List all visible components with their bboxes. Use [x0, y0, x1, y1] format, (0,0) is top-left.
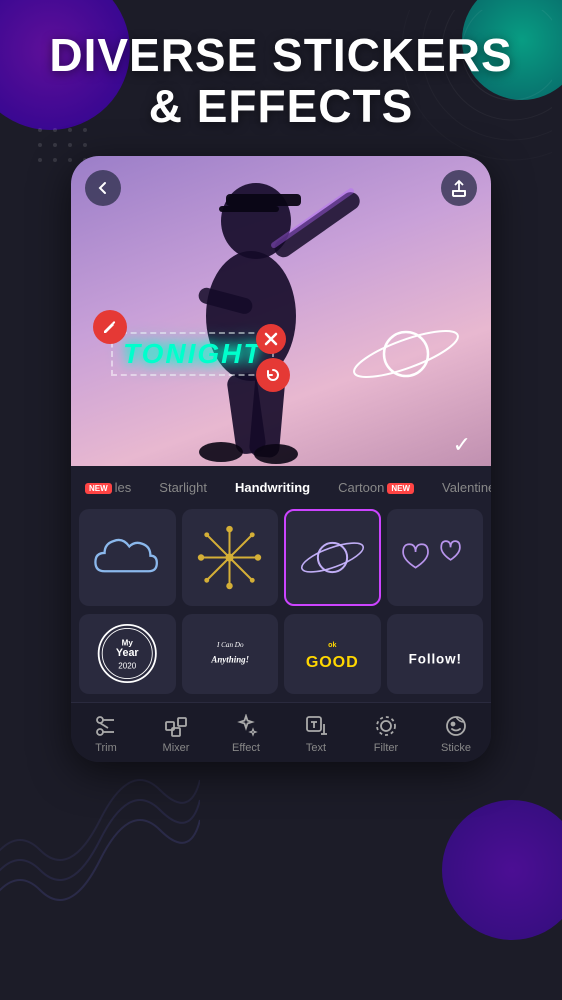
bg-blob-br — [442, 800, 562, 940]
checkmark[interactable]: ✓ — [453, 432, 471, 458]
video-preview: TONIGHT ✓ — [71, 156, 491, 466]
svg-text:Year: Year — [116, 647, 139, 659]
my-year-sticker-cell[interactable]: My Year 2020 — [79, 614, 176, 694]
rotate-button[interactable] — [256, 358, 290, 392]
new-badge-cartoon: NEW — [387, 483, 414, 494]
mixer-label: Mixer — [163, 742, 190, 754]
text-label: Text — [306, 742, 326, 754]
sticker-label: Sticke — [441, 742, 471, 754]
svg-text:I Can Do: I Can Do — [215, 641, 243, 649]
text-icon — [303, 713, 329, 739]
planet-sticker-cell[interactable] — [284, 509, 381, 606]
toolbar-sticker[interactable]: Sticke — [421, 713, 491, 754]
tab-valentine[interactable]: Valentine — [428, 474, 491, 501]
category-tabs: NEWles Starlight Handwriting CartoonNEW … — [71, 466, 491, 501]
svg-text:My: My — [122, 639, 134, 648]
effect-label: Effect — [232, 742, 260, 754]
cloud-sticker-cell[interactable] — [79, 509, 176, 606]
cloud-sticker-icon — [90, 530, 165, 585]
effect-icon — [233, 713, 259, 739]
star-sticker-cell[interactable] — [182, 509, 279, 606]
svg-text:2020: 2020 — [118, 662, 136, 671]
new-badge-tiles: NEW — [85, 483, 112, 494]
follow-sticker-cell[interactable]: Follow! — [387, 614, 484, 694]
trim-label: Trim — [95, 742, 117, 754]
toolbar-trim[interactable]: Trim — [71, 713, 141, 754]
can-do-sticker-cell[interactable]: I Can Do Anything! — [182, 614, 279, 694]
my-year-sticker-icon: My Year 2020 — [87, 621, 168, 686]
tab-tiles[interactable]: NEWles — [71, 474, 145, 501]
good-sticker-cell[interactable]: ok GOOD — [284, 614, 381, 694]
star-sticker-icon — [197, 525, 262, 590]
title-section: DIVERSE STICKERS & EFFECTS — [0, 0, 562, 141]
main-title: DIVERSE STICKERS & EFFECTS — [20, 30, 542, 131]
toolbar-text[interactable]: Text — [281, 713, 351, 754]
sticker-grid-row2: My Year 2020 I Can Do Anything! ok GOOD — [71, 614, 491, 702]
planet-sticker-icon — [300, 525, 365, 590]
hearts-sticker-cell[interactable] — [387, 509, 484, 606]
back-button[interactable] — [85, 170, 121, 206]
filter-icon — [373, 713, 399, 739]
tab-starlight[interactable]: Starlight — [145, 474, 221, 501]
bg-decorative-wave — [0, 740, 200, 920]
toolbar-filter[interactable]: Filter — [351, 713, 421, 754]
svg-text:Anything!: Anything! — [210, 655, 249, 665]
mixer-icon — [163, 713, 189, 739]
sticker-grid-row1 — [71, 501, 491, 614]
bottom-toolbar: Trim Mixer — [71, 702, 491, 762]
filter-label: Filter — [374, 742, 398, 754]
can-do-sticker-icon: I Can Do Anything! — [190, 621, 271, 686]
follow-sticker-icon: Follow! — [395, 621, 476, 686]
toolbar-mixer[interactable]: Mixer — [141, 713, 211, 754]
tab-handwriting[interactable]: Handwriting — [221, 474, 324, 501]
hearts-sticker-icon — [400, 530, 470, 585]
sticker-icon — [443, 713, 469, 739]
title-line2: & EFFECTS — [149, 80, 414, 132]
good-sticker-icon: ok GOOD — [292, 621, 373, 686]
tonight-text-overlay: TONIGHT — [111, 332, 274, 376]
app-background: DIVERSE STICKERS & EFFECTS — [0, 0, 562, 1000]
phone-mockup: TONIGHT ✓ — [71, 156, 491, 762]
toolbar-effect[interactable]: Effect — [211, 713, 281, 754]
planet-sticker-overlay — [351, 316, 461, 396]
share-button[interactable] — [441, 170, 477, 206]
dancer-figure — [71, 156, 491, 466]
delete-button[interactable] — [256, 324, 286, 354]
tab-cartoon[interactable]: CartoonNEW — [324, 474, 428, 501]
pencil-button[interactable] — [93, 310, 127, 344]
svg-text:GOOD: GOOD — [306, 653, 359, 671]
trim-icon — [93, 713, 119, 739]
svg-text:Follow!: Follow! — [408, 652, 461, 667]
title-line1: DIVERSE STICKERS — [49, 29, 512, 81]
svg-text:ok: ok — [328, 641, 336, 649]
